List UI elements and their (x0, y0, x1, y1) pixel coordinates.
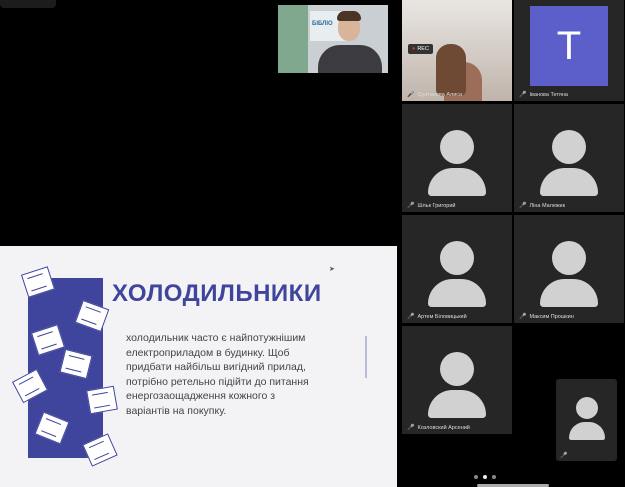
page-dot[interactable] (492, 475, 496, 479)
participant-tile[interactable]: 🎤 Артем Біловицький (402, 215, 512, 323)
mic-off-icon: 🎤 (519, 314, 527, 320)
participant-name: 🎤 Артем Біловицький (407, 313, 467, 321)
participant-hair (436, 44, 466, 96)
mic-off-icon: 🎤 (407, 203, 415, 209)
page-dot[interactable] (474, 475, 478, 479)
speaker-body (318, 45, 382, 73)
fridge-illustration (86, 385, 118, 415)
participant-name: 🎤 Шльк Григорий (407, 202, 456, 210)
participant-name: 🎤 Козловский Арсений (407, 424, 470, 432)
default-avatar-icon (428, 241, 486, 307)
mic-off-icon: 🎤 (519, 92, 527, 98)
default-avatar-icon (428, 130, 486, 196)
mic-off-icon: 🎤 (407, 92, 415, 98)
participant-initial-avatar: T (530, 6, 608, 86)
shared-screen-slide: ХОЛОДИЛЬНИКИ холодильник часто є найпоту… (0, 246, 397, 487)
page-indicator[interactable] (474, 475, 496, 479)
participant-name: 🎤 Султанова Алиса (407, 91, 463, 99)
slide-body: холодильник часто є найпотужнішим електр… (126, 332, 309, 417)
default-avatar-icon (428, 352, 486, 418)
default-avatar-icon (568, 397, 605, 440)
participant-tile[interactable]: 🎤 Козловский Арсений (402, 326, 512, 434)
participant-tile[interactable]: 🎤 Шльк Григорий (402, 104, 512, 212)
slide-divider (365, 336, 367, 378)
mic-off-icon: 🎤 (519, 203, 527, 209)
mouse-cursor-icon: ➤ (329, 266, 335, 273)
participant-name: 🎤 Максим Прошкин (519, 313, 574, 321)
participant-tile[interactable]: 🎤 Ліна Малежик (514, 104, 624, 212)
active-speaker-video[interactable]: БІБЛІО (278, 5, 388, 73)
participant-tile[interactable]: 🎤 Максим Прошкин (514, 215, 624, 323)
participant-name: 🎤 Іванова Тетяна (519, 91, 568, 99)
background-wall (278, 5, 308, 73)
page-dot-current[interactable] (483, 475, 487, 479)
top-control[interactable] (0, 0, 56, 8)
participant-tile[interactable]: REC 🎤Султанова Алиса (402, 0, 512, 101)
default-avatar-icon (540, 130, 598, 196)
slide-title: ХОЛОДИЛЬНИКИ (112, 280, 322, 307)
participant-name: 🎤 Ліна Малежик (519, 202, 566, 210)
mic-off-icon: 🎤 (407, 314, 415, 320)
recording-badge: REC (408, 44, 433, 54)
participant-tile[interactable]: T 🎤 Іванова Тетяна (514, 0, 624, 101)
speaker-hair (337, 11, 361, 21)
mic-off-icon: 🎤 (560, 453, 568, 459)
mic-off-icon: 🎤 (407, 425, 415, 431)
self-view-tile[interactable]: 🎤 (556, 379, 617, 461)
default-avatar-icon (540, 241, 598, 307)
